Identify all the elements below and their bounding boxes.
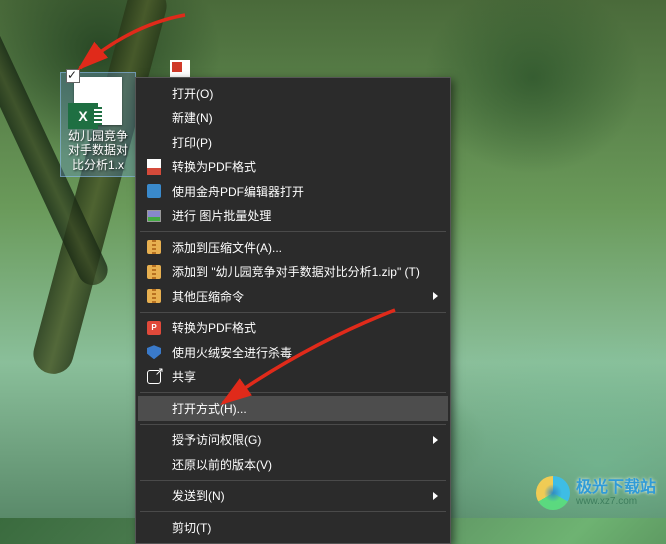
blank-icon	[144, 134, 164, 150]
menu-separator	[140, 312, 446, 313]
menu-item-label: 打印(P)	[172, 134, 438, 151]
menu-item-add-named[interactable]: 添加到 "幼儿园竞争对手数据对比分析1.zip" (T)	[138, 260, 448, 285]
menu-item-label: 其他压缩命令	[172, 288, 438, 305]
blank-icon	[144, 432, 164, 448]
menu-item-label: 共享	[172, 368, 438, 385]
watermark: 极光下载站 www.xz7.com	[536, 476, 656, 510]
excel-badge-icon: X	[68, 103, 98, 129]
menu-item-huorong[interactable]: 使用火绒安全进行杀毒	[138, 340, 448, 365]
menu-item-label: 新建(N)	[172, 109, 438, 126]
watermark-logo-icon	[536, 476, 570, 510]
menu-item-label: 转换为PDF格式	[172, 319, 438, 336]
desktop-file-label: 幼儿园竞争对手数据对比分析1.x	[65, 129, 131, 172]
menu-item-label: 打开方式(H)...	[172, 400, 438, 417]
excel-file-icon: X	[74, 77, 122, 125]
watermark-title: 极光下载站	[576, 479, 656, 497]
menu-item-label: 转换为PDF格式	[172, 158, 438, 175]
menu-item-open-with[interactable]: 打开方式(H)...	[138, 396, 448, 421]
desktop-file-excel[interactable]: X 幼儿园竞争对手数据对比分析1.x	[60, 72, 136, 177]
menu-item-label: 剪切(T)	[172, 519, 438, 536]
selection-check-icon	[66, 69, 80, 83]
pdf-icon: PDF	[144, 159, 164, 175]
menu-item-label: 打开(O)	[172, 85, 438, 102]
menu-item-label: 添加到压缩文件(A)...	[172, 239, 438, 256]
menu-item-grant[interactable]: 授予访问权限(G)	[138, 428, 448, 453]
zip-icon	[144, 288, 164, 304]
menu-item-to-pdf2[interactable]: P 转换为PDF格式	[138, 316, 448, 341]
menu-separator	[140, 392, 446, 393]
blank-icon	[144, 456, 164, 472]
menu-item-other-zip[interactable]: 其他压缩命令	[138, 284, 448, 309]
menu-item-restore[interactable]: 还原以前的版本(V)	[138, 452, 448, 477]
blank-icon	[144, 110, 164, 126]
shield-icon	[144, 344, 164, 360]
menu-item-label: 还原以前的版本(V)	[172, 456, 438, 473]
blank-icon	[144, 488, 164, 504]
menu-item-jz-pdf[interactable]: 使用金舟PDF编辑器打开	[138, 179, 448, 204]
menu-item-share[interactable]: 共享	[138, 365, 448, 390]
blank-icon	[144, 400, 164, 416]
menu-item-label: 授予访问权限(G)	[172, 431, 438, 448]
menu-item-label: 进行 图片批量处理	[172, 207, 438, 224]
menu-item-img-batch[interactable]: 进行 图片批量处理	[138, 204, 448, 229]
menu-item-label: 发送到(N)	[172, 487, 438, 504]
menu-item-print[interactable]: 打印(P)	[138, 130, 448, 155]
menu-item-send-to[interactable]: 发送到(N)	[138, 484, 448, 509]
zip-icon	[144, 239, 164, 255]
menu-separator	[140, 424, 446, 425]
rpdf-icon: P	[144, 320, 164, 336]
menu-item-label: 添加到 "幼儿园竞争对手数据对比分析1.zip" (T)	[172, 263, 438, 280]
zip-icon	[144, 264, 164, 280]
context-menu: 打开(O) 新建(N) 打印(P) PDF 转换为PDF格式使用金舟PDF编辑器打开进行…	[135, 77, 451, 544]
menu-item-label: 使用火绒安全进行杀毒	[172, 344, 438, 361]
menu-item-cut[interactable]: 剪切(T)	[138, 515, 448, 540]
menu-item-new[interactable]: 新建(N)	[138, 106, 448, 131]
img-icon	[144, 208, 164, 224]
blank-icon	[144, 519, 164, 535]
share-icon	[144, 369, 164, 385]
menu-item-to-pdf[interactable]: PDF 转换为PDF格式	[138, 155, 448, 180]
menu-separator	[140, 511, 446, 512]
jpdf-icon	[144, 183, 164, 199]
menu-item-add-zip[interactable]: 添加到压缩文件(A)...	[138, 235, 448, 260]
watermark-url: www.xz7.com	[576, 496, 656, 507]
menu-item-label: 使用金舟PDF编辑器打开	[172, 183, 438, 200]
menu-separator	[140, 231, 446, 232]
menu-separator	[140, 480, 446, 481]
menu-item-open[interactable]: 打开(O)	[138, 81, 448, 106]
blank-icon	[144, 85, 164, 101]
